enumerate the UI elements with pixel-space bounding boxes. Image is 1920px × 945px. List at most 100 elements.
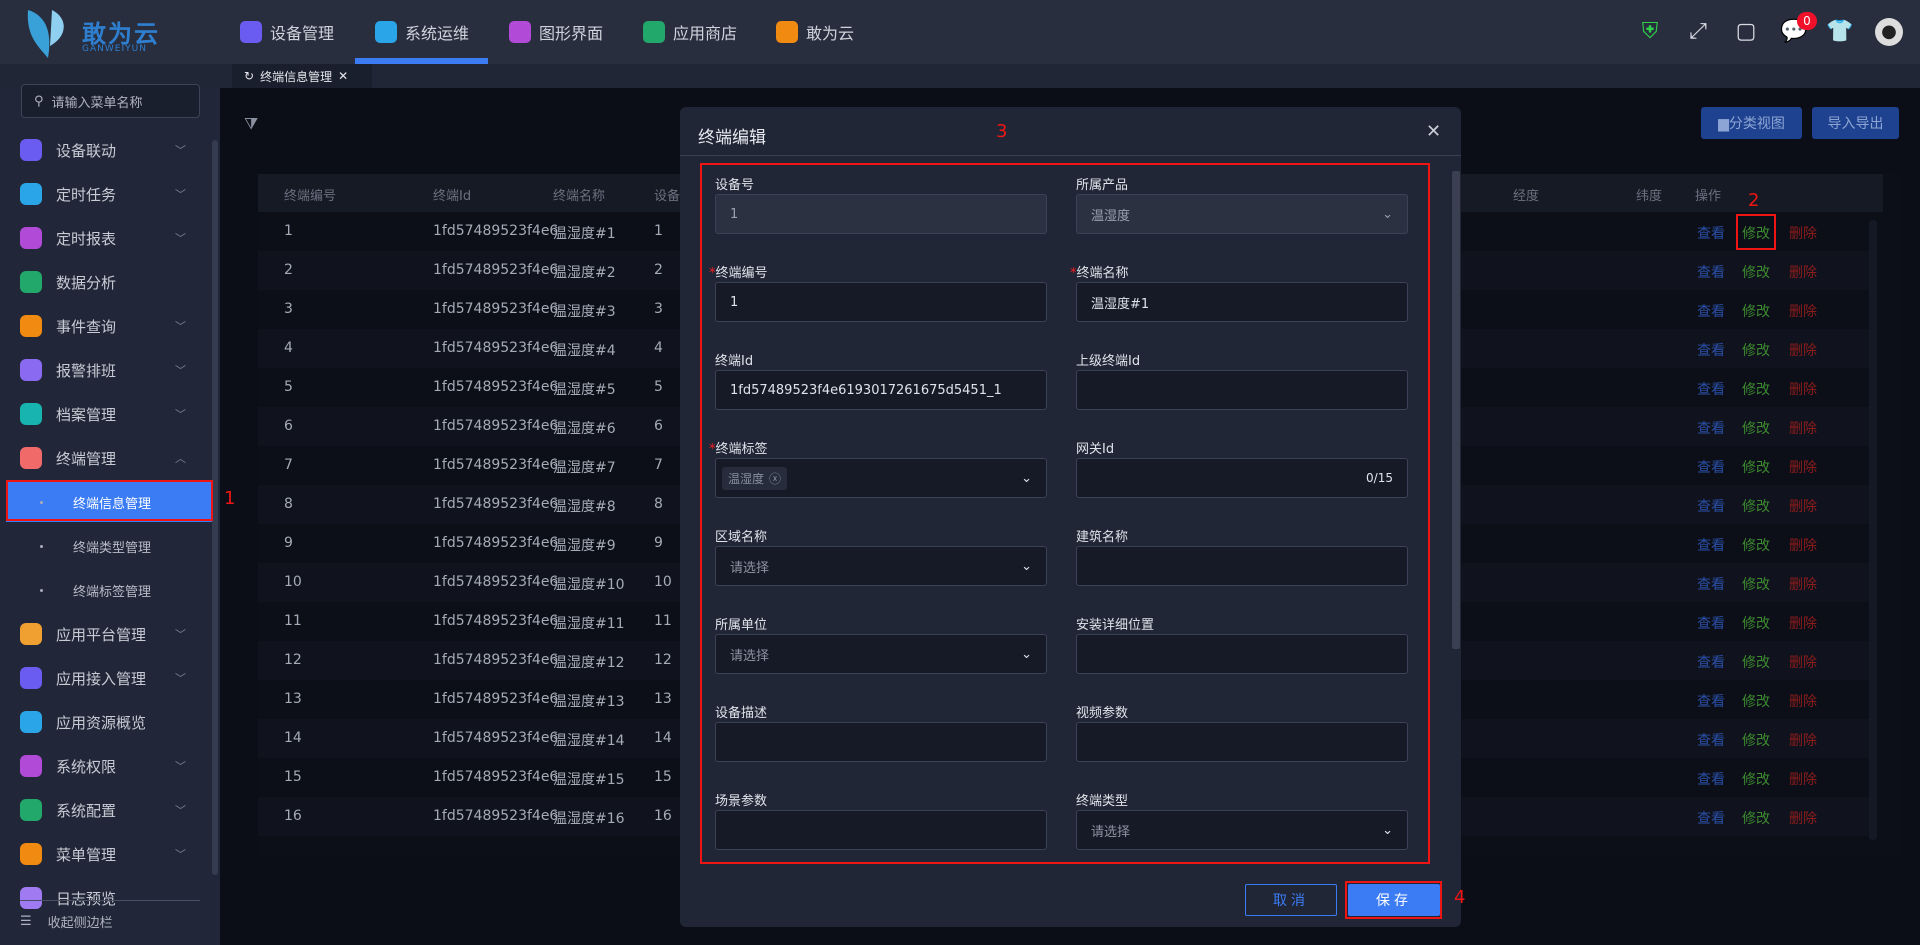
frame-icon[interactable]: ▢ bbox=[1732, 18, 1760, 46]
view-link[interactable]: 查看 bbox=[1697, 613, 1725, 633]
sidebar-item[interactable]: 档案管理 ﹀ bbox=[0, 394, 212, 434]
sidebar-item[interactable]: 终端管理 ︿ bbox=[0, 438, 212, 478]
delete-link[interactable]: 删除 bbox=[1789, 730, 1817, 750]
column-header: 终端名称 bbox=[553, 189, 606, 204]
delete-link[interactable]: 删除 bbox=[1789, 418, 1817, 438]
edit-link[interactable]: 修改 bbox=[1742, 730, 1770, 750]
chevron-icon: ﹀ bbox=[175, 232, 186, 245]
edit-link[interactable]: 修改 bbox=[1742, 301, 1770, 321]
nav-item-0[interactable]: 设备管理 bbox=[240, 14, 334, 50]
edit-link[interactable]: 修改 bbox=[1742, 613, 1770, 633]
delete-link[interactable]: 删除 bbox=[1789, 340, 1817, 360]
delete-link[interactable]: 删除 bbox=[1789, 652, 1817, 672]
edit-link[interactable]: 修改 bbox=[1742, 379, 1770, 399]
theme-shirt-icon[interactable]: 👕 bbox=[1826, 18, 1854, 46]
import-export-button[interactable]: 导入导出 bbox=[1812, 107, 1899, 139]
table-cell: 3 bbox=[654, 301, 663, 317]
view-link[interactable]: 查看 bbox=[1697, 535, 1725, 555]
view-link[interactable]: 查看 bbox=[1697, 691, 1725, 711]
category-view-button[interactable]: ▆分类视图 bbox=[1701, 107, 1802, 139]
nav-item-3[interactable]: 应用商店 bbox=[643, 14, 737, 50]
view-link[interactable]: 查看 bbox=[1697, 340, 1725, 360]
sidebar-subitem[interactable]: 终端类型管理 bbox=[6, 526, 212, 566]
delete-link[interactable]: 删除 bbox=[1789, 496, 1817, 516]
view-link[interactable]: 查看 bbox=[1697, 730, 1725, 750]
view-link[interactable]: 查看 bbox=[1697, 574, 1725, 594]
avatar[interactable]: ● bbox=[1875, 18, 1903, 46]
sidebar-item[interactable]: 定时报表 ﹀ bbox=[0, 218, 212, 258]
delete-link[interactable]: 删除 bbox=[1789, 808, 1817, 828]
tab-terminal-info[interactable]: ↻ 终端信息管理 ✕ bbox=[232, 64, 372, 88]
table-cell: 1fd57489523f4e6 bbox=[433, 496, 559, 512]
filter-icon[interactable]: ⧩ bbox=[244, 114, 258, 134]
sidebar-item[interactable]: 系统配置 ﹀ bbox=[0, 790, 212, 830]
edit-link[interactable]: 修改 bbox=[1742, 652, 1770, 672]
nav-item-4[interactable]: 敢为云 bbox=[776, 14, 854, 50]
delete-link[interactable]: 删除 bbox=[1789, 301, 1817, 321]
view-link[interactable]: 查看 bbox=[1697, 457, 1725, 477]
view-link[interactable]: 查看 bbox=[1697, 496, 1725, 516]
sidebar-item[interactable]: 定时任务 ﹀ bbox=[0, 174, 212, 214]
sidebar-item[interactable]: 应用资源概览 bbox=[0, 702, 212, 742]
sidebar-item[interactable]: 应用接入管理 ﹀ bbox=[0, 658, 212, 698]
annotation-4: 4 bbox=[1454, 887, 1466, 908]
menu-search-input[interactable]: ⚲ 请输入菜单名称 bbox=[21, 84, 200, 118]
sidebar-item[interactable]: 设备联动 ﹀ bbox=[0, 130, 212, 170]
sidebar-item[interactable]: 应用平台管理 ﹀ bbox=[0, 614, 212, 654]
edit-link[interactable]: 修改 bbox=[1742, 574, 1770, 594]
sidebar-item[interactable]: 系统权限 ﹀ bbox=[0, 746, 212, 786]
shield-icon[interactable]: ⛨ bbox=[1636, 18, 1664, 46]
sidebar-subitem[interactable]: 终端标签管理 bbox=[6, 570, 212, 610]
fullscreen-icon[interactable]: ⤢ bbox=[1684, 18, 1712, 46]
nav-item-2[interactable]: 图形界面 bbox=[509, 14, 603, 50]
table-cell: 12 bbox=[654, 652, 672, 668]
delete-link[interactable]: 删除 bbox=[1789, 262, 1817, 282]
view-link[interactable]: 查看 bbox=[1697, 769, 1725, 789]
edit-link[interactable]: 修改 bbox=[1742, 496, 1770, 516]
edit-link[interactable]: 修改 bbox=[1742, 340, 1770, 360]
cancel-button[interactable]: 取消 bbox=[1245, 884, 1337, 916]
edit-link[interactable]: 修改 bbox=[1742, 262, 1770, 282]
view-link[interactable]: 查看 bbox=[1697, 379, 1725, 399]
edit-link[interactable]: 修改 bbox=[1742, 769, 1770, 789]
delete-link[interactable]: 删除 bbox=[1789, 769, 1817, 789]
edit-link[interactable]: 修改 bbox=[1742, 457, 1770, 477]
view-link[interactable]: 查看 bbox=[1697, 808, 1725, 828]
edit-link[interactable]: 修改 bbox=[1742, 418, 1770, 438]
delete-link[interactable]: 删除 bbox=[1789, 613, 1817, 633]
chevron-icon: ﹀ bbox=[175, 628, 186, 641]
table-cell: 温湿度#15 bbox=[553, 772, 625, 788]
dialog-scrollbar[interactable] bbox=[1452, 171, 1460, 649]
table-scrollbar[interactable] bbox=[1869, 220, 1877, 840]
sidebar-item[interactable]: 数据分析 bbox=[0, 262, 212, 302]
delete-link[interactable]: 删除 bbox=[1789, 574, 1817, 594]
sidebar-item[interactable]: 报警排班 ﹀ bbox=[0, 350, 212, 390]
delete-link[interactable]: 删除 bbox=[1789, 535, 1817, 555]
view-link[interactable]: 查看 bbox=[1697, 301, 1725, 321]
menu-icon bbox=[20, 359, 42, 381]
close-icon[interactable]: ✕ bbox=[1426, 121, 1441, 142]
view-link[interactable]: 查看 bbox=[1697, 262, 1725, 282]
chevron-icon: ﹀ bbox=[175, 320, 186, 333]
delete-link[interactable]: 删除 bbox=[1789, 223, 1817, 243]
table-cell: 1fd57489523f4e6 bbox=[433, 340, 559, 356]
edit-link[interactable]: 修改 bbox=[1742, 535, 1770, 555]
view-link[interactable]: 查看 bbox=[1697, 652, 1725, 672]
sidebar-item[interactable]: 事件查询 ﹀ bbox=[0, 306, 212, 346]
refresh-icon[interactable]: ↻ bbox=[244, 69, 254, 83]
collapse-sidebar-button[interactable]: ☰ 收起侧边栏 bbox=[20, 912, 113, 931]
sidebar-item[interactable]: 菜单管理 ﹀ bbox=[0, 834, 212, 874]
menu-label: 终端管理 bbox=[56, 449, 117, 468]
column-header: 终端编号 bbox=[284, 189, 337, 204]
column-header: 终端Id bbox=[433, 189, 472, 204]
delete-link[interactable]: 删除 bbox=[1789, 457, 1817, 477]
close-tab-icon[interactable]: ✕ bbox=[338, 69, 348, 83]
delete-link[interactable]: 删除 bbox=[1789, 691, 1817, 711]
view-link[interactable]: 查看 bbox=[1697, 223, 1725, 243]
delete-link[interactable]: 删除 bbox=[1789, 379, 1817, 399]
view-link[interactable]: 查看 bbox=[1697, 418, 1725, 438]
table-cell: 温湿度#9 bbox=[553, 538, 616, 554]
edit-link[interactable]: 修改 bbox=[1742, 808, 1770, 828]
nav-item-1[interactable]: 系统运维 bbox=[375, 14, 469, 50]
edit-link[interactable]: 修改 bbox=[1742, 691, 1770, 711]
